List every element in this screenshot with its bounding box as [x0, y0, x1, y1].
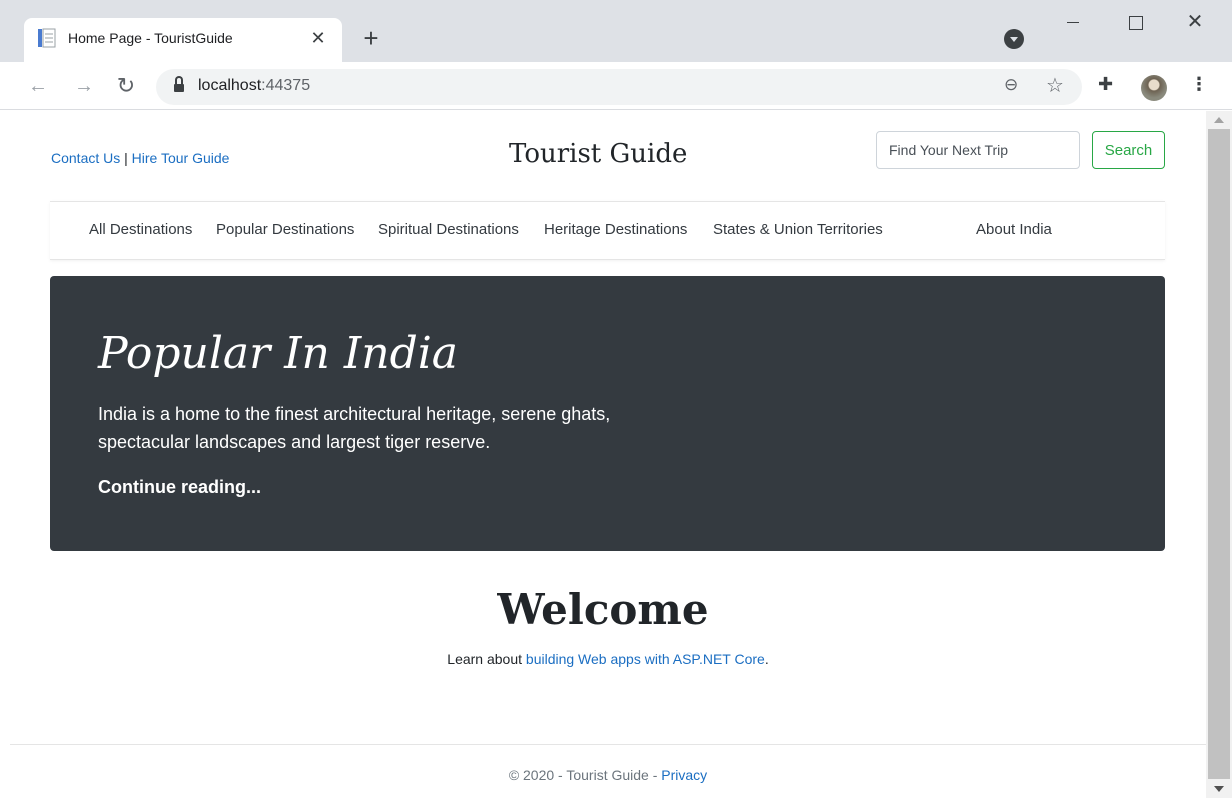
hero-banner: Popular In India India is a home to the …	[50, 276, 1165, 551]
lock-icon[interactable]	[174, 76, 184, 93]
hire-tour-guide-link[interactable]: Hire Tour Guide	[132, 150, 230, 166]
more-menu-icon[interactable]: ⋮	[1190, 74, 1208, 95]
tab-close-icon[interactable]: ✕	[306, 26, 330, 50]
window-minimize-button[interactable]	[1050, 8, 1096, 38]
nav-spiritual-destinations[interactable]: Spiritual Destinations	[378, 221, 519, 238]
welcome-heading: Welcome	[497, 585, 709, 634]
footer-text: © 2020 - Tourist Guide - Privacy	[10, 767, 1206, 783]
bookmark-star-icon[interactable]: ☆	[1046, 73, 1064, 98]
search-button[interactable]: Search	[1092, 131, 1165, 169]
site-title[interactable]: Tourist Guide	[509, 139, 709, 169]
address-bar[interactable]: localhost:44375 ⊖ ☆	[156, 69, 1082, 105]
extensions-puzzle-icon[interactable]: ✚	[1098, 74, 1113, 95]
url-host: localhost	[198, 77, 262, 94]
learn-suffix: .	[764, 651, 769, 667]
continue-reading-link[interactable]: Continue reading...	[98, 477, 261, 498]
vertical-scrollbar[interactable]	[1206, 111, 1232, 798]
privacy-link[interactable]: Privacy	[661, 767, 707, 783]
link-separator: |	[120, 150, 132, 166]
top-links: Contact Us | Hire Tour Guide	[51, 150, 229, 166]
search-input[interactable]	[876, 131, 1080, 169]
browser-toolbar: ← → ↻ localhost:44375 ⊖ ☆ ✚ ⋮	[0, 62, 1232, 110]
url-text[interactable]: localhost:44375	[198, 77, 310, 95]
reload-icon[interactable]: ↻	[112, 72, 140, 100]
window-close-button[interactable]: ✕	[1172, 8, 1218, 38]
new-tab-button[interactable]: +	[356, 24, 386, 54]
learn-prefix: Learn about	[447, 651, 526, 667]
hero-description: India is a home to the finest architectu…	[98, 404, 611, 452]
aspnet-core-link[interactable]: building Web apps with ASP.NET Core	[526, 651, 765, 667]
nav-about-india[interactable]: About India	[976, 221, 1052, 238]
scroll-down-arrow-icon[interactable]	[1214, 786, 1224, 792]
profile-avatar[interactable]	[1141, 75, 1167, 101]
nav-popular-destinations[interactable]: Popular Destinations	[216, 221, 354, 238]
zoom-icon[interactable]: ⊖	[1004, 75, 1018, 95]
tab-search-icon[interactable]	[1004, 29, 1024, 49]
browser-tab[interactable]: Home Page - TouristGuide ✕	[24, 18, 342, 62]
window-maximize-button[interactable]	[1112, 8, 1158, 38]
nav-states-union-territories[interactable]: States & Union Territories	[713, 221, 883, 238]
nav-heritage-destinations[interactable]: Heritage Destinations	[544, 221, 687, 238]
welcome-text: Learn about building Web apps with ASP.N…	[0, 651, 1206, 667]
page-viewport: Contact Us | Hire Tour Guide Tourist Gui…	[0, 111, 1206, 798]
hero-title: Popular In India	[98, 328, 459, 379]
scroll-up-arrow-icon[interactable]	[1214, 117, 1224, 123]
back-arrow-icon[interactable]: ←	[24, 72, 52, 100]
nav-all-destinations[interactable]: All Destinations	[89, 221, 192, 238]
page-favicon-icon	[38, 28, 56, 48]
contact-us-link[interactable]: Contact Us	[51, 150, 120, 166]
forward-arrow-icon[interactable]: →	[70, 72, 98, 100]
tab-title: Home Page - TouristGuide	[68, 30, 233, 46]
scrollbar-thumb[interactable]	[1208, 129, 1230, 779]
page-footer: © 2020 - Tourist Guide - Privacy	[10, 744, 1206, 798]
url-port: :44375	[261, 77, 311, 94]
copyright-text: © 2020 - Tourist Guide -	[508, 767, 662, 783]
main-navbar: All Destinations Popular Destinations Sp…	[50, 201, 1165, 260]
browser-titlebar: Home Page - TouristGuide ✕ + ✕	[0, 0, 1232, 62]
